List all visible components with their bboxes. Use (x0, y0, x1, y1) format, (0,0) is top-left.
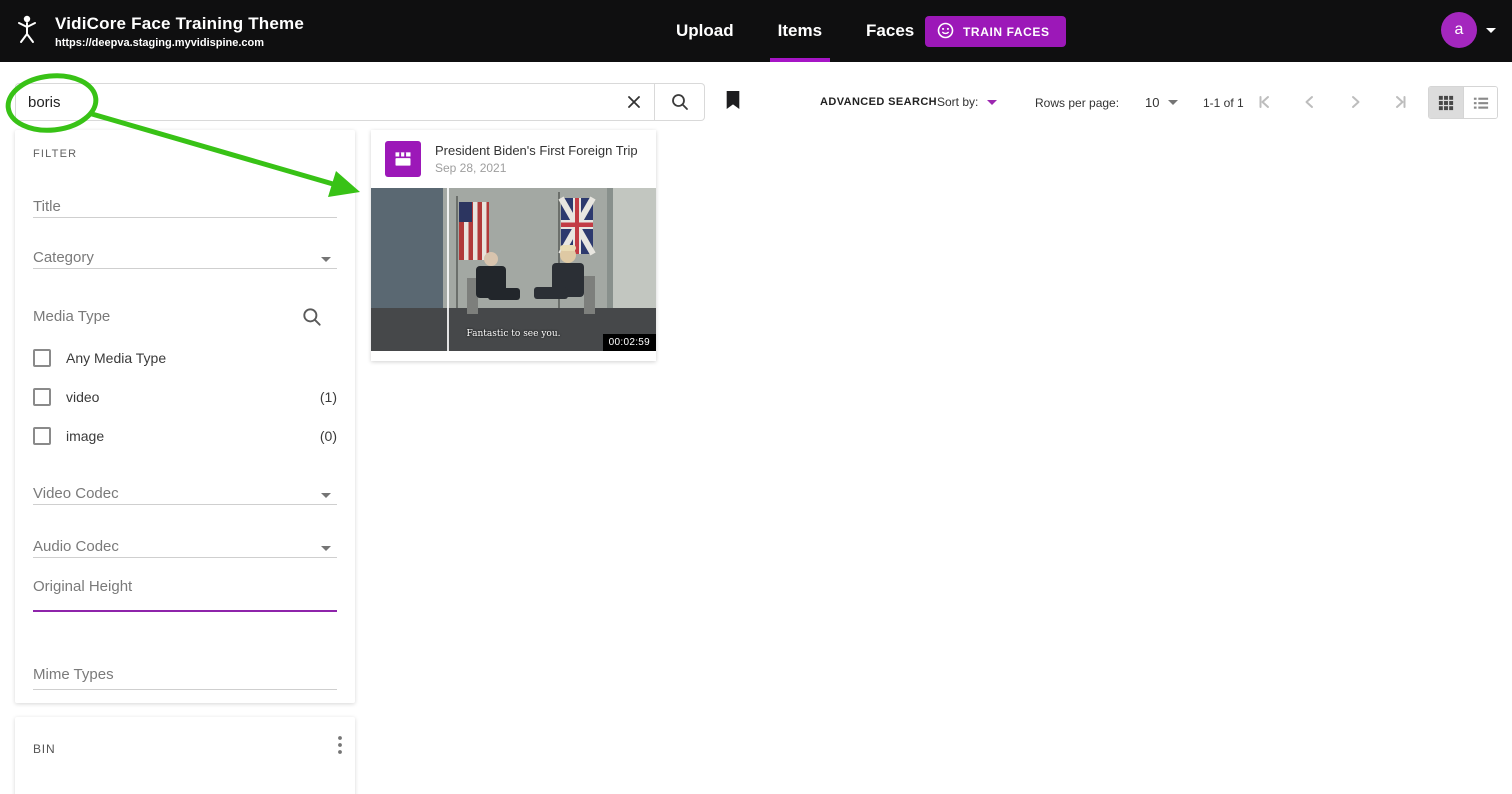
nav-tab-items[interactable]: Items (769, 0, 831, 62)
mime-types-input[interactable]: Mime Types (33, 666, 114, 683)
rows-per-page-label: Rows per page: (1035, 95, 1120, 110)
chevron-down-icon (1486, 27, 1496, 33)
original-height-underline (33, 610, 337, 612)
sort-by-control[interactable]: Sort by: (937, 95, 998, 109)
item-thumbnail[interactable]: Fantastic to see you. 00:02:59 (371, 188, 656, 351)
us-flag (459, 202, 489, 260)
checkbox-label: image (66, 428, 105, 444)
item-header: President Biden's First Foreign Trip Sep… (371, 130, 656, 188)
clear-search-button[interactable] (614, 84, 654, 120)
search-icon (671, 94, 688, 110)
original-height-input[interactable]: Original Height (33, 578, 132, 595)
media-type-option-image[interactable]: image (0) (33, 424, 337, 448)
list-icon (1473, 97, 1488, 109)
nav-tab-upload[interactable]: Upload (672, 0, 738, 62)
media-type-search-icon[interactable] (301, 306, 323, 333)
avatar[interactable]: a (1441, 12, 1477, 48)
user-menu[interactable]: a (1441, 12, 1496, 48)
scrub-indicator[interactable] (447, 188, 449, 351)
checkbox-label: Any Media Type (66, 350, 167, 366)
item-text: President Biden's First Foreign Trip Sep… (435, 143, 638, 175)
chevron-down-icon[interactable] (321, 546, 331, 551)
view-toggle (1428, 86, 1498, 119)
train-faces-button[interactable]: TRAIN FACES (925, 16, 1066, 47)
item-date: Sep 28, 2021 (435, 161, 507, 175)
last-page-button[interactable] (1388, 90, 1412, 114)
app-subtitle: https://deepva.staging.myvidispine.com (55, 36, 265, 49)
main-nav: Upload Items Faces (672, 0, 918, 62)
rows-per-page-value: 10 (1145, 95, 1160, 110)
grid-icon (1438, 95, 1454, 110)
top-navbar: VidiCore Face Training Theme https://dee… (0, 0, 1512, 62)
media-type-option-any[interactable]: Any Media Type (33, 346, 337, 370)
bookmark-icon[interactable] (725, 90, 741, 113)
rows-per-page-control: Rows per page: 10 (1035, 95, 1178, 110)
result-item-card[interactable]: President Biden's First Foreign Trip Sep… (371, 130, 656, 361)
media-type-label: Media Type (33, 308, 111, 325)
video-codec-underline (33, 504, 337, 505)
category-filter-underline (33, 268, 337, 269)
checkbox-count: (1) (319, 389, 337, 405)
checkbox-label: video (66, 389, 100, 405)
audio-codec-select[interactable]: Audio Codec (33, 538, 119, 555)
chevron-down-icon[interactable] (321, 257, 331, 262)
first-page-button[interactable] (1253, 90, 1277, 114)
filter-heading: FILTER (33, 148, 78, 160)
audio-codec-underline (33, 557, 337, 558)
nav-tab-faces[interactable]: Faces (862, 0, 918, 62)
app-logo-icon[interactable] (14, 13, 40, 50)
category-filter-select[interactable]: Category (33, 249, 94, 266)
list-view-button[interactable] (1463, 87, 1497, 118)
app-title: VidiCore Face Training Theme (55, 13, 305, 33)
checkbox-any-media-type[interactable] (33, 349, 51, 367)
title-filter-input[interactable]: Title (33, 198, 61, 215)
chevron-down-icon (1167, 100, 1178, 105)
search-button[interactable] (655, 83, 705, 121)
duration-badge: 00:02:59 (602, 334, 656, 351)
item-footer (371, 351, 656, 361)
checkbox-image[interactable] (33, 427, 51, 445)
previous-page-button[interactable] (1298, 90, 1322, 114)
search-input[interactable] (16, 93, 614, 111)
thumbnail-image (371, 188, 656, 351)
sort-by-label: Sort by: (937, 95, 979, 109)
pagination-controls (1253, 90, 1412, 114)
item-title: President Biden's First Foreign Trip (435, 143, 638, 158)
chevron-down-icon (987, 99, 998, 105)
face-icon (937, 22, 954, 42)
filter-panel: FILTER Title Category Media Type Any Med… (15, 130, 355, 703)
brand: VidiCore Face Training Theme https://dee… (14, 0, 304, 62)
title-filter-underline (33, 217, 337, 218)
checkbox-count: (0) (319, 428, 337, 444)
page: VidiCore Face Training Theme https://dee… (0, 0, 1512, 794)
pagination-range: 1-1 of 1 (1203, 96, 1244, 110)
train-faces-label: TRAIN FACES (963, 24, 1050, 39)
video-codec-select[interactable]: Video Codec (33, 485, 119, 502)
video-item-icon (385, 141, 421, 177)
media-type-option-video[interactable]: video (1) (33, 385, 337, 409)
mime-types-underline (33, 689, 337, 690)
brand-text: VidiCore Face Training Theme https://dee… (55, 14, 304, 49)
bin-heading: BIN (33, 742, 56, 756)
advanced-search-link[interactable]: ADVANCED SEARCH (820, 96, 937, 108)
rows-per-page-select[interactable]: 10 (1145, 95, 1178, 110)
search-box (15, 83, 655, 121)
grid-view-button[interactable] (1429, 87, 1463, 118)
next-page-button[interactable] (1343, 90, 1367, 114)
chevron-down-icon[interactable] (321, 493, 331, 498)
checkbox-video[interactable] (33, 388, 51, 406)
kebab-menu-icon[interactable] (337, 735, 343, 760)
bin-panel: BIN (15, 717, 355, 794)
